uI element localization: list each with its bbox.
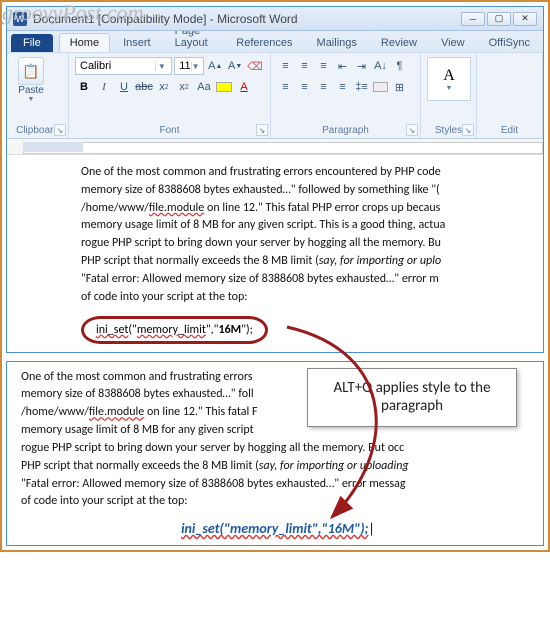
figure-container: groovyPost.com W Document1 [Compatibilit… — [0, 0, 550, 552]
tab-file[interactable]: File — [11, 34, 53, 52]
font-label: Font — [75, 123, 264, 136]
show-marks-button[interactable]: ¶ — [391, 57, 408, 75]
tab-view[interactable]: View — [430, 33, 476, 52]
maximize-button[interactable]: ▢ — [487, 12, 511, 26]
italic-button[interactable]: I — [95, 78, 113, 96]
styled-code-line: ini_set("memory_limit","16M");| — [21, 520, 535, 537]
word-window-before: W Document1 [Compatibility Mode] - Micro… — [6, 6, 544, 353]
ribbon: 📋 Paste ▼ Clipboard ↘ Calibri▼ 11▼ A▲ A▼… — [7, 53, 543, 139]
bullets-button[interactable]: ≡ — [277, 57, 294, 75]
grow-font-button[interactable]: A▲ — [206, 57, 224, 75]
paragraph-label: Paragraph — [277, 123, 414, 136]
word-app-icon: W — [13, 12, 27, 26]
align-left-button[interactable]: ≡ — [277, 78, 294, 96]
group-font: Calibri▼ 11▼ A▲ A▼ ⌫ B I U abc x2 x2 Aa — [69, 53, 271, 138]
font-size-combo[interactable]: 11▼ — [174, 57, 204, 75]
clear-format-button[interactable]: ⌫ — [246, 57, 264, 75]
clipboard-dialog-launcher[interactable]: ↘ — [54, 124, 66, 136]
minimize-button[interactable]: ─ — [461, 12, 485, 26]
indent-button[interactable]: ⇥ — [353, 57, 370, 75]
highlight-button[interactable] — [215, 78, 233, 96]
font-color-button[interactable]: A — [235, 78, 253, 96]
ribbon-tabstrip: File Home Insert Page Layout References … — [7, 31, 543, 53]
tab-references[interactable]: References — [225, 33, 303, 52]
align-center-button[interactable]: ≡ — [296, 78, 313, 96]
ruler[interactable] — [7, 139, 543, 155]
font-name-combo[interactable]: Calibri▼ — [75, 57, 172, 75]
shrink-font-button[interactable]: A▼ — [226, 57, 244, 75]
tab-offisync[interactable]: OffiSync — [478, 33, 541, 52]
align-right-button[interactable]: ≡ — [315, 78, 332, 96]
line-spacing-button[interactable]: ‡≡ — [353, 78, 370, 96]
borders-button[interactable]: ⊞ — [391, 78, 408, 96]
sort-button[interactable]: A↓ — [372, 57, 389, 75]
multilevel-button[interactable]: ≡ — [315, 57, 332, 75]
window-title: Document1 [Compatibility Mode] - Microso… — [33, 12, 461, 26]
close-button[interactable]: ✕ — [513, 12, 537, 26]
styles-icon: A — [443, 67, 455, 85]
word-window-after: One of the most common and frustrating e… — [6, 361, 544, 547]
bold-button[interactable]: B — [75, 78, 93, 96]
tab-home[interactable]: Home — [59, 33, 110, 52]
numbering-button[interactable]: ≡ — [296, 57, 313, 75]
paste-label: Paste — [18, 85, 44, 96]
chevron-down-icon: ▼ — [155, 62, 167, 71]
superscript-button[interactable]: x2 — [175, 78, 193, 96]
styles-gallery[interactable]: A ▼ — [427, 57, 471, 101]
document-area-before[interactable]: One of the most common and frustrating e… — [7, 155, 543, 352]
chevron-down-icon: ▼ — [28, 96, 35, 103]
annotation-callout: ALT+Q applies style to the paragraph — [307, 368, 517, 428]
justify-button[interactable]: ≡ — [334, 78, 351, 96]
styles-dialog-launcher[interactable]: ↘ — [462, 124, 474, 136]
strike-button[interactable]: abc — [135, 78, 153, 96]
paste-icon: 📋 — [18, 57, 44, 85]
group-styles: A ▼ Styles ↘ — [421, 53, 477, 138]
underline-button[interactable]: U — [115, 78, 133, 96]
paste-button[interactable]: 📋 Paste ▼ — [13, 57, 49, 103]
chevron-down-icon: ▼ — [446, 85, 453, 92]
title-bar: W Document1 [Compatibility Mode] - Micro… — [7, 7, 543, 31]
group-paragraph: ≡ ≡ ≡ ⇤ ⇥ A↓ ¶ ≡ ≡ ≡ ≡ ‡≡ — [271, 53, 421, 138]
tab-insert[interactable]: Insert — [112, 33, 162, 52]
tab-review[interactable]: Review — [370, 33, 428, 52]
code-line-circled: ini_set("memory_limit","16M"); — [81, 316, 268, 344]
font-dialog-launcher[interactable]: ↘ — [256, 124, 268, 136]
tab-mailings[interactable]: Mailings — [306, 33, 368, 52]
shading-button[interactable] — [372, 78, 389, 96]
editing-label: Edit — [483, 123, 536, 136]
change-case-button[interactable]: Aa — [195, 78, 213, 96]
group-editing: Edit — [477, 53, 543, 138]
body-text: One of the most common and frustrating e… — [81, 165, 535, 306]
group-clipboard: 📋 Paste ▼ Clipboard ↘ — [7, 53, 69, 138]
paragraph-dialog-launcher[interactable]: ↘ — [406, 124, 418, 136]
subscript-button[interactable]: x2 — [155, 78, 173, 96]
chevron-down-icon: ▼ — [191, 62, 200, 71]
outdent-button[interactable]: ⇤ — [334, 57, 351, 75]
